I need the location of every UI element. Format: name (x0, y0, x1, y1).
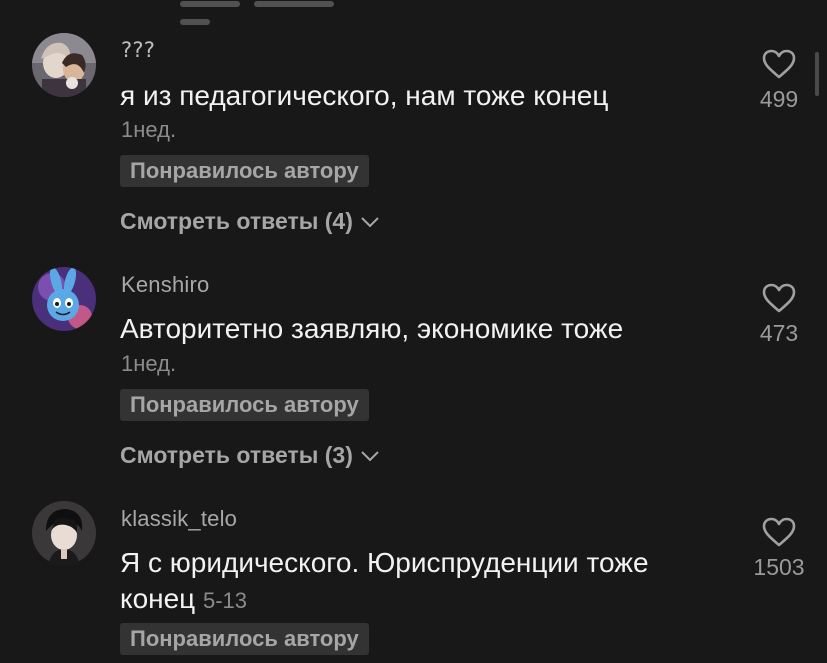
blue-rabbit-avatar-icon (32, 267, 96, 331)
avatar[interactable] (32, 267, 96, 331)
view-replies-button[interactable]: Смотреть ответы (4) (120, 208, 381, 235)
like-count: 499 (759, 86, 799, 112)
comment-time: 1нед. (121, 351, 177, 376)
avatar[interactable] (32, 501, 96, 565)
view-replies-button[interactable]: Смотреть ответы (3) (120, 442, 381, 469)
like-button[interactable]: 499 (744, 48, 814, 113)
view-replies-label: Смотреть ответы (4) (120, 208, 353, 234)
like-button[interactable]: 473 (744, 282, 814, 347)
comment-text: я из педагогического, нам тоже конец (120, 80, 609, 111)
like-count: 1503 (753, 554, 805, 580)
comment-text: Я с юридического. Юриспруденции тоже кон… (120, 545, 720, 619)
username[interactable]: Kenshiro (121, 272, 209, 298)
chevron-down-icon (359, 208, 381, 235)
username[interactable]: klassik_telo (121, 506, 237, 532)
avatar[interactable] (32, 33, 96, 97)
scrollbar[interactable] (815, 52, 819, 96)
chevron-down-icon (359, 442, 381, 469)
comment-text-body: Я с юридического. Юриспруденции тоже кон… (120, 547, 649, 614)
comment-text: Авторитетно заявляю, экономике тоже (120, 313, 624, 344)
liked-by-author-badge: Понравилось автору (120, 389, 369, 421)
heart-outline-icon (762, 283, 796, 313)
liked-by-author-badge: Понравилось автору (120, 623, 369, 655)
anime-couple-avatar-icon (32, 33, 96, 97)
previous-comment-fragment (180, 0, 390, 25)
liked-by-author-badge: Понравилось автору (120, 155, 369, 187)
comment-time: 1нед. (121, 117, 177, 142)
heart-outline-icon (762, 49, 796, 79)
like-button[interactable]: 1503 (744, 516, 814, 581)
heart-outline-icon (762, 517, 796, 547)
comment-time: 5-13 (203, 588, 248, 613)
view-replies-label: Смотреть ответы (3) (120, 442, 353, 468)
like-count: 473 (759, 320, 799, 346)
username[interactable]: ??? (121, 38, 155, 62)
anime-man-avatar-icon (32, 501, 96, 565)
